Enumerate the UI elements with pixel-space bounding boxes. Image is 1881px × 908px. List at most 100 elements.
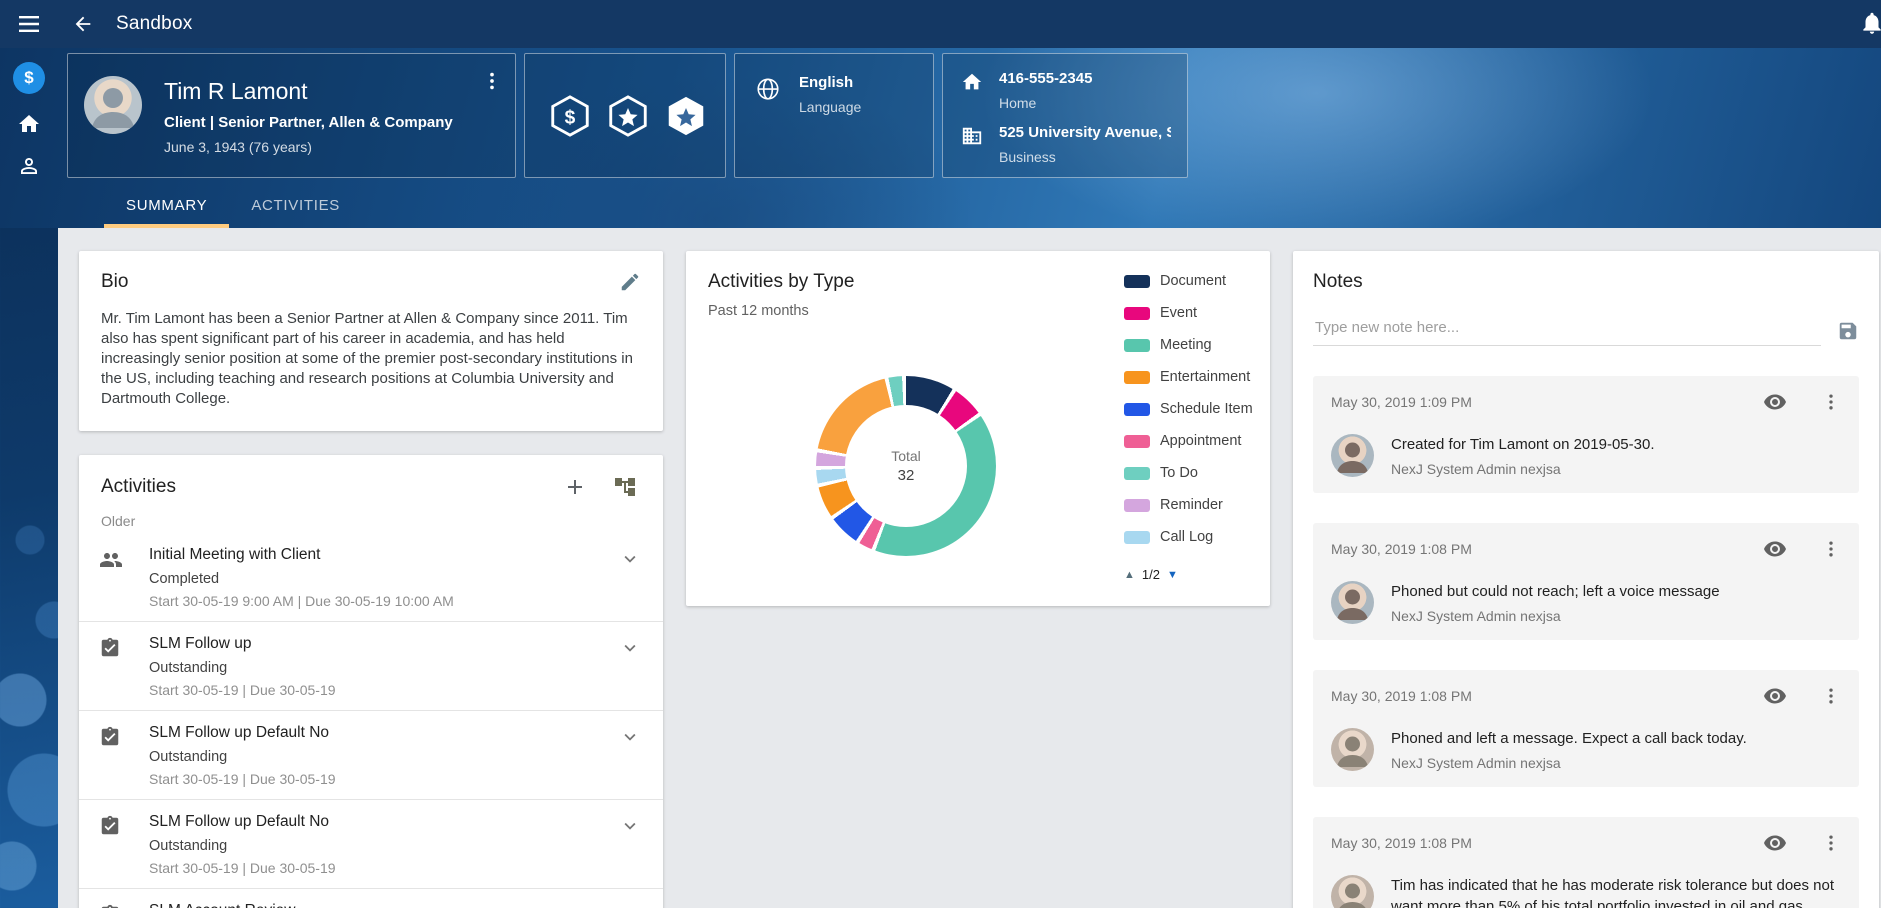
legend-swatch (1124, 435, 1150, 448)
language-value: English (799, 74, 861, 91)
language-card[interactable]: English Language (734, 53, 934, 178)
activity-title: SLM Account Review (149, 902, 619, 908)
save-note-icon[interactable] (1837, 320, 1859, 346)
legend-item: Meeting (1124, 329, 1264, 361)
profile-banner: Tim R Lamont Client | Senior Partner, Al… (0, 48, 1881, 228)
phone-row[interactable]: 416-555-2345 Home (961, 70, 1187, 111)
legend-page-down-icon[interactable]: ▼ (1167, 569, 1178, 581)
activity-title: SLM Follow up (149, 635, 619, 653)
bio-text: Mr. Tim Lamont has been a Senior Partner… (101, 309, 641, 409)
note-item: May 30, 2019 1:08 PM Phoned but could no… (1313, 523, 1859, 640)
visibility-eye-icon[interactable] (1763, 684, 1787, 708)
task-icon (99, 724, 149, 787)
tab-summary[interactable]: SUMMARY (104, 186, 229, 228)
notes-card: Notes May 30, 2019 1:09 PM (1293, 251, 1879, 908)
new-note-input[interactable] (1313, 313, 1821, 346)
notifications-bell-icon[interactable] (1859, 10, 1881, 36)
legend-item: Schedule Item (1124, 393, 1264, 425)
tab-activities[interactable]: ACTIVITIES (229, 186, 362, 228)
visibility-eye-icon[interactable] (1763, 831, 1787, 855)
hierarchy-view-icon[interactable] (613, 475, 637, 499)
address-row[interactable]: 525 University Avenue, S... Business (961, 124, 1187, 165)
legend-label: Call Log (1160, 529, 1213, 545)
language-label: Language (799, 99, 861, 115)
legend-pagination: ▲ 1/2 ▼ (1124, 567, 1178, 582)
dollar-hexagon-badge-icon[interactable]: $ (547, 93, 593, 139)
note-overflow-menu-icon[interactable] (1821, 392, 1841, 412)
note-item: May 30, 2019 1:08 PM Tim has indicated t… (1313, 817, 1859, 908)
legend-label: Reminder (1160, 497, 1223, 513)
note-author: NexJ System Admin nexjsa (1391, 608, 1720, 624)
activity-group-label: Older (79, 499, 663, 533)
left-nav-rail: $ (0, 48, 58, 908)
star-seal-badge-icon[interactable] (663, 93, 709, 139)
activity-row[interactable]: SLM Account Review Outstanding Start 30-… (79, 889, 663, 908)
note-author-avatar (1331, 434, 1374, 477)
legend-label: Schedule Item (1160, 401, 1253, 417)
note-item: May 30, 2019 1:08 PM Phoned and left a m… (1313, 670, 1859, 787)
legend-swatch (1124, 531, 1150, 544)
donut-center-total: 32 (898, 467, 915, 484)
legend-label: Document (1160, 273, 1226, 289)
activity-dates: Start 30-05-19 | Due 30-05-19 (149, 682, 619, 698)
badges-card: $ (524, 53, 726, 178)
visibility-eye-icon[interactable] (1763, 537, 1787, 561)
edit-pencil-icon[interactable] (619, 271, 641, 293)
note-overflow-menu-icon[interactable] (1821, 833, 1841, 853)
activity-dates: Start 30-05-19 | Due 30-05-19 (149, 771, 619, 787)
legend-swatch (1124, 275, 1150, 288)
chevron-down-icon[interactable] (619, 637, 641, 659)
activity-status: Outstanding (149, 838, 619, 854)
activity-row[interactable]: SLM Follow up Default No Outstanding Sta… (79, 711, 663, 800)
legend-item: Event (1124, 297, 1264, 329)
note-text: Tim has indicated that he has moderate r… (1391, 875, 1841, 908)
legend-swatch (1124, 339, 1150, 352)
task-icon (99, 902, 149, 908)
activity-row[interactable]: SLM Follow up Default No Outstanding Sta… (79, 800, 663, 889)
legend-label: Event (1160, 305, 1197, 321)
chevron-down-icon[interactable] (619, 548, 641, 570)
profile-overflow-menu-icon[interactable] (481, 70, 503, 92)
legend-item: Appointment (1124, 425, 1264, 457)
chart-legend: Document Event Meeting Entertainment Sch… (1124, 265, 1264, 561)
chevron-down-icon[interactable] (619, 904, 641, 908)
contacts-nav-icon[interactable] (17, 154, 41, 178)
bio-card: Bio Mr. Tim Lamont has been a Senior Par… (79, 251, 663, 431)
activities-card: Activities Older Initial Meeting with Cl… (79, 455, 663, 908)
star-hexagon-badge-icon[interactable] (605, 93, 651, 139)
hamburger-menu-icon[interactable] (0, 16, 58, 32)
activity-status: Outstanding (149, 660, 619, 676)
note-overflow-menu-icon[interactable] (1821, 686, 1841, 706)
globe-icon (755, 76, 781, 177)
people-icon (99, 546, 149, 609)
contact-name: Tim R Lamont (164, 78, 481, 105)
visibility-eye-icon[interactable] (1763, 390, 1787, 414)
home-icon (961, 71, 983, 111)
home-nav-icon[interactable] (17, 112, 41, 136)
activity-title: Initial Meeting with Client (149, 546, 619, 564)
legend-item: Entertainment (1124, 361, 1264, 393)
legend-swatch (1124, 307, 1150, 320)
address-value: 525 University Avenue, S... (999, 124, 1171, 141)
chevron-down-icon[interactable] (619, 726, 641, 748)
note-author-avatar (1331, 728, 1374, 771)
activity-title: SLM Follow up Default No (149, 724, 619, 742)
donut-center-label: Total (891, 448, 921, 464)
activity-row[interactable]: Initial Meeting with Client Completed St… (79, 533, 663, 622)
tab-bar: SUMMARY ACTIVITIES (104, 186, 362, 228)
chevron-down-icon[interactable] (619, 815, 641, 837)
activities-title: Activities (101, 476, 176, 498)
legend-item: Call Log (1124, 521, 1264, 553)
main-content: Bio Mr. Tim Lamont has been a Senior Par… (58, 228, 1881, 908)
finance-nav-icon[interactable]: $ (13, 62, 45, 94)
add-activity-icon[interactable] (563, 475, 587, 499)
activity-row[interactable]: SLM Follow up Outstanding Start 30-05-19… (79, 622, 663, 711)
contact-birthdate: June 3, 1943 (76 years) (164, 139, 481, 155)
legend-page-up-icon[interactable]: ▲ (1124, 569, 1135, 581)
legend-swatch (1124, 499, 1150, 512)
legend-item (1124, 553, 1264, 561)
back-arrow-icon[interactable] (72, 13, 94, 35)
legend-label: Appointment (1160, 433, 1241, 449)
note-overflow-menu-icon[interactable] (1821, 539, 1841, 559)
legend-item: Document (1124, 265, 1264, 297)
